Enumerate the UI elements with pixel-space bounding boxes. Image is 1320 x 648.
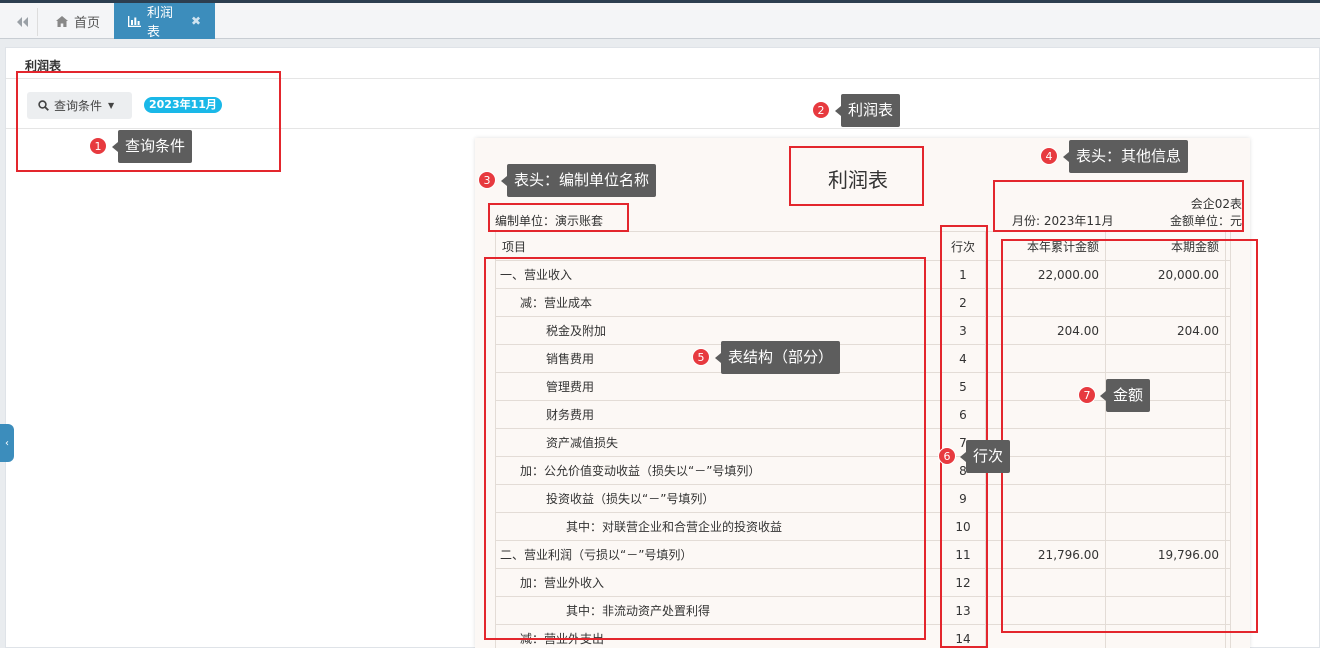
annotation-box-line-numbers — [940, 225, 988, 648]
chevron-left-icon: ‹ — [5, 437, 9, 449]
annotation-label: 利润表 — [834, 94, 901, 127]
sidebar-toggle[interactable]: ‹ — [0, 424, 14, 462]
tab-bar: 首页 利润表 ✖ — [0, 3, 1320, 40]
tab-income-statement[interactable]: 利润表 ✖ — [114, 3, 215, 40]
annotation-marker: 3 — [478, 171, 496, 189]
annotation-box-company — [488, 203, 629, 232]
annotation-label: 金额 — [1099, 379, 1151, 412]
annotation-marker: 4 — [1040, 147, 1058, 165]
annotation-marker: 5 — [692, 348, 710, 366]
tab-scroll-left-button[interactable] — [6, 8, 38, 36]
annotation-marker: 1 — [89, 137, 107, 155]
bar-chart-icon — [128, 15, 141, 27]
tab-income-statement-label: 利润表 — [147, 6, 174, 40]
annotation-label: 表头：编制单位名称 — [500, 164, 657, 197]
tab-home[interactable]: 首页 — [42, 3, 116, 39]
tab-home-label: 首页 — [74, 15, 101, 31]
annotation-box-amounts — [1001, 239, 1258, 633]
annotation-marker: 7 — [1078, 386, 1096, 404]
annotation-label: 行次 — [959, 440, 1011, 473]
annotation-box-items — [484, 257, 926, 640]
double-chevron-left-icon — [16, 17, 28, 27]
annotation-label: 表结构（部分） — [714, 341, 841, 374]
home-icon — [56, 15, 68, 27]
annotation-marker: 6 — [938, 447, 956, 465]
annotation-box-header-info — [993, 180, 1244, 232]
annotation-box-title — [789, 146, 924, 206]
annotation-label: 查询条件 — [111, 130, 193, 163]
annotation-marker: 2 — [812, 101, 830, 119]
annotation-label: 表头：其他信息 — [1062, 140, 1189, 173]
tab-close-icon[interactable]: ✖ — [191, 14, 201, 28]
